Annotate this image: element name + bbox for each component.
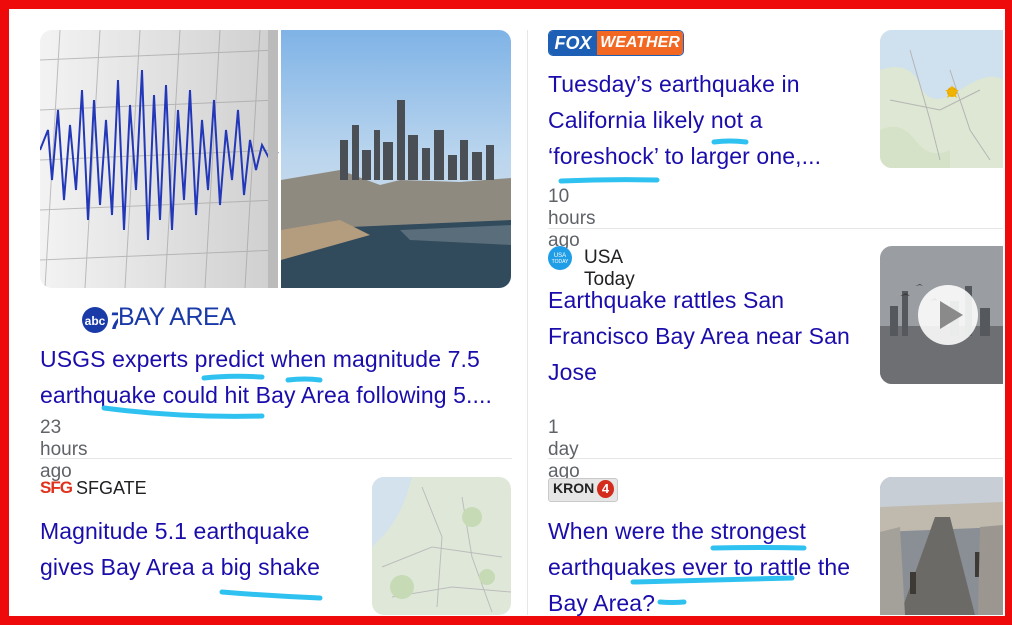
fox-weather-logo: FOX WEATHER (548, 30, 684, 56)
story-title[interactable]: Magnitude 5.1 earthquake gives Bay Area … (40, 513, 360, 585)
story-title-line[interactable]: Magnitude 5.1 earthquake (40, 513, 360, 549)
story-title[interactable]: When were the strongest earthquakes ever… (548, 513, 878, 621)
story-title-line[interactable]: California likely not a (548, 102, 868, 138)
story-title-line[interactable]: USGS experts predict when magnitude 7.5 (40, 341, 515, 377)
story-title[interactable]: Earthquake rattles San Francisco Bay Are… (548, 282, 868, 390)
source-name: BAY AREA (118, 303, 236, 331)
story-title-line[interactable]: Earthquake rattles San (548, 282, 868, 318)
story-time: 23 hours ago (40, 417, 88, 482)
story-title[interactable]: Tuesday’s earthquake in California likel… (548, 66, 868, 174)
bay-area-logo: abc 7 BAY AREA (80, 303, 280, 335)
story-title-line[interactable]: earthquakes ever to rattle the (548, 549, 878, 585)
row-divider-right-1 (548, 228, 1003, 229)
story-title-line[interactable]: gives Bay Area a big shake (40, 549, 360, 585)
story-title[interactable]: USGS experts predict when magnitude 7.5 … (40, 341, 515, 413)
source-name: SFGATE (76, 478, 147, 498)
kron-number: 4 (597, 480, 614, 498)
usa-today-logo-icon: USA TODAY (548, 246, 572, 270)
story-title-line[interactable]: Tuesday’s earthquake in (548, 66, 868, 102)
svg-text:TODAY: TODAY (552, 259, 569, 265)
story-video-thumbnail[interactable] (880, 246, 1003, 384)
column-divider (527, 30, 528, 615)
abc7-logo-icon: abc 7 (82, 307, 118, 335)
kron4-logo: KRON 4 (548, 478, 618, 502)
story-image-earthquake-damage[interactable] (880, 477, 1003, 615)
row-divider-left (40, 458, 512, 459)
story-time: 1 day ago (548, 417, 580, 482)
story-image-seismograph-skyline[interactable] (40, 30, 511, 288)
story-title-line[interactable]: Francisco Bay Area near San (548, 318, 868, 354)
sfgate-logo: SFG (40, 478, 73, 497)
fox-logo-part: FOX (549, 31, 597, 55)
story-title-line[interactable]: Bay Area? (548, 585, 878, 621)
story-time: 10 hours ago (548, 186, 596, 251)
weather-logo-part: WEATHER (597, 31, 683, 55)
story-title-line[interactable]: Jose (548, 354, 868, 390)
story-image-map[interactable] (880, 30, 1003, 168)
kron-text: KRON (553, 480, 595, 496)
story-image-map[interactable] (372, 477, 511, 615)
story-title-line[interactable]: When were the strongest (548, 513, 878, 549)
story-title-line[interactable]: earthquake could hit Bay Area following … (40, 377, 515, 413)
svg-text:7: 7 (110, 308, 118, 335)
story-title-line[interactable]: ‘foreshock’ to larger one,... (548, 138, 868, 174)
row-divider-right-2 (548, 458, 1003, 459)
svg-text:abc: abc (85, 314, 106, 328)
